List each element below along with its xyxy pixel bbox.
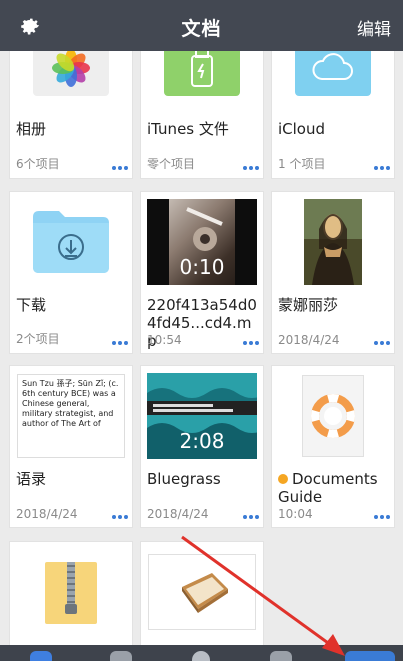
card-title: 语录	[16, 470, 47, 488]
edit-button[interactable]: 编辑	[357, 15, 391, 40]
card-meta: 2个项目	[16, 332, 60, 346]
drive-thumbnail	[148, 554, 256, 630]
card-meta: 10:04	[278, 507, 313, 521]
zip-archive-icon	[45, 562, 97, 624]
video-thumbnail: 0:10	[147, 199, 257, 285]
card-title: Documents Guide	[278, 470, 390, 506]
app-root: 文档 编辑 相册 6个项目 iTunes 文件 零个项目 iCloud 1 个项…	[0, 0, 403, 661]
card-title: iCloud	[278, 120, 326, 138]
card-title: 相册	[16, 120, 47, 138]
card-meta: 1 个项目	[278, 157, 326, 171]
more-options-icon[interactable]	[243, 166, 259, 170]
card-thumbnail	[272, 366, 394, 466]
mona-lisa-thumbnail	[304, 199, 362, 285]
card-title: 下载	[16, 296, 47, 314]
card-meta: 2018/4/24	[147, 507, 209, 521]
guide-thumbnail	[302, 375, 364, 457]
card-meta: 6个项目	[16, 157, 60, 171]
more-options-icon[interactable]	[374, 515, 390, 519]
video-duration: 2:08	[179, 429, 225, 453]
tab-documents-icon[interactable]	[30, 651, 52, 661]
hard-drive-icon	[182, 573, 228, 613]
card-thumbnail	[141, 552, 263, 632]
cloud-icon	[312, 53, 353, 80]
card-thumbnail: Sun Tzu 孫子; Sūn Zǐ; (c. 6th century BCE)…	[10, 366, 132, 466]
more-options-icon[interactable]	[112, 166, 128, 170]
more-options-icon[interactable]	[112, 341, 128, 345]
card-meta: 2018/4/24	[278, 333, 340, 347]
tag-dot-icon	[278, 474, 288, 484]
pdf-card-documents-guide[interactable]: Documents Guide 10:04	[271, 365, 395, 528]
photos-flower-icon	[52, 51, 90, 87]
card-thumbnail: 0:10	[141, 192, 263, 292]
card-thumbnail	[141, 51, 263, 100]
folder-download-icon	[33, 211, 109, 273]
card-thumbnail: 2:08	[141, 366, 263, 466]
video-card-mp4[interactable]: 0:10 220f413a54d04fd45...cd4.mp 10:54	[140, 191, 264, 354]
page-title: 文档	[181, 18, 222, 40]
text-preview: Sun Tzu 孫子; Sūn Zǐ; (c. 6th century BCE)…	[17, 374, 125, 458]
folder-card-photos[interactable]: 相册 6个项目	[9, 51, 133, 179]
card-title-text: Documents Guide	[278, 470, 378, 506]
card-title: 蒙娜丽莎	[278, 296, 339, 314]
image-card-mona-lisa[interactable]: 蒙娜丽莎 2018/4/24	[271, 191, 395, 354]
card-thumbnail	[10, 192, 132, 292]
document-grid: 相册 6个项目 iTunes 文件 零个项目 iCloud 1 个项目 下载 2…	[0, 51, 403, 645]
lifebuoy-icon	[311, 394, 355, 438]
bottom-tab-bar	[0, 645, 403, 661]
tab-cloud-icon[interactable]	[110, 651, 132, 661]
card-title: Bluegrass	[147, 470, 221, 488]
video-card-bluegrass[interactable]: 2:08 Bluegrass 2018/4/24	[140, 365, 264, 528]
folder-card-downloads[interactable]: 下载 2个项目	[9, 191, 133, 354]
more-options-icon[interactable]	[374, 341, 390, 345]
photos-app-icon	[33, 51, 109, 96]
card-thumbnail	[10, 558, 132, 628]
more-options-icon[interactable]	[374, 166, 390, 170]
more-options-icon[interactable]	[243, 341, 259, 345]
card-thumbnail	[272, 192, 394, 292]
card-meta: 2018/4/24	[16, 507, 78, 521]
video-duration: 0:10	[179, 255, 225, 279]
tab-browser-icon[interactable]	[192, 651, 210, 661]
text-card-quote[interactable]: Sun Tzu 孫子; Sūn Zǐ; (c. 6th century BCE)…	[9, 365, 133, 528]
card-title: iTunes 文件	[147, 120, 229, 138]
icloud-icon-box	[295, 51, 371, 96]
archive-card-zip[interactable]	[9, 541, 133, 645]
itunes-usb-icon	[164, 51, 240, 96]
top-nav-bar: 文档 编辑	[0, 0, 403, 51]
card-meta: 零个项目	[147, 157, 196, 171]
folder-card-icloud[interactable]: iCloud 1 个项目	[271, 51, 395, 179]
more-options-icon[interactable]	[112, 515, 128, 519]
more-options-icon[interactable]	[243, 515, 259, 519]
card-thumbnail	[272, 51, 394, 100]
usb-drive-icon	[191, 51, 213, 87]
video-thumbnail: 2:08	[147, 373, 257, 459]
image-card-hard-drive[interactable]	[140, 541, 264, 645]
tab-more-icon[interactable]	[345, 651, 395, 661]
tab-store-icon[interactable]	[270, 651, 292, 661]
folder-card-itunes[interactable]: iTunes 文件 零个项目	[140, 51, 264, 179]
card-meta: 10:54	[147, 333, 182, 347]
card-thumbnail	[10, 51, 132, 100]
